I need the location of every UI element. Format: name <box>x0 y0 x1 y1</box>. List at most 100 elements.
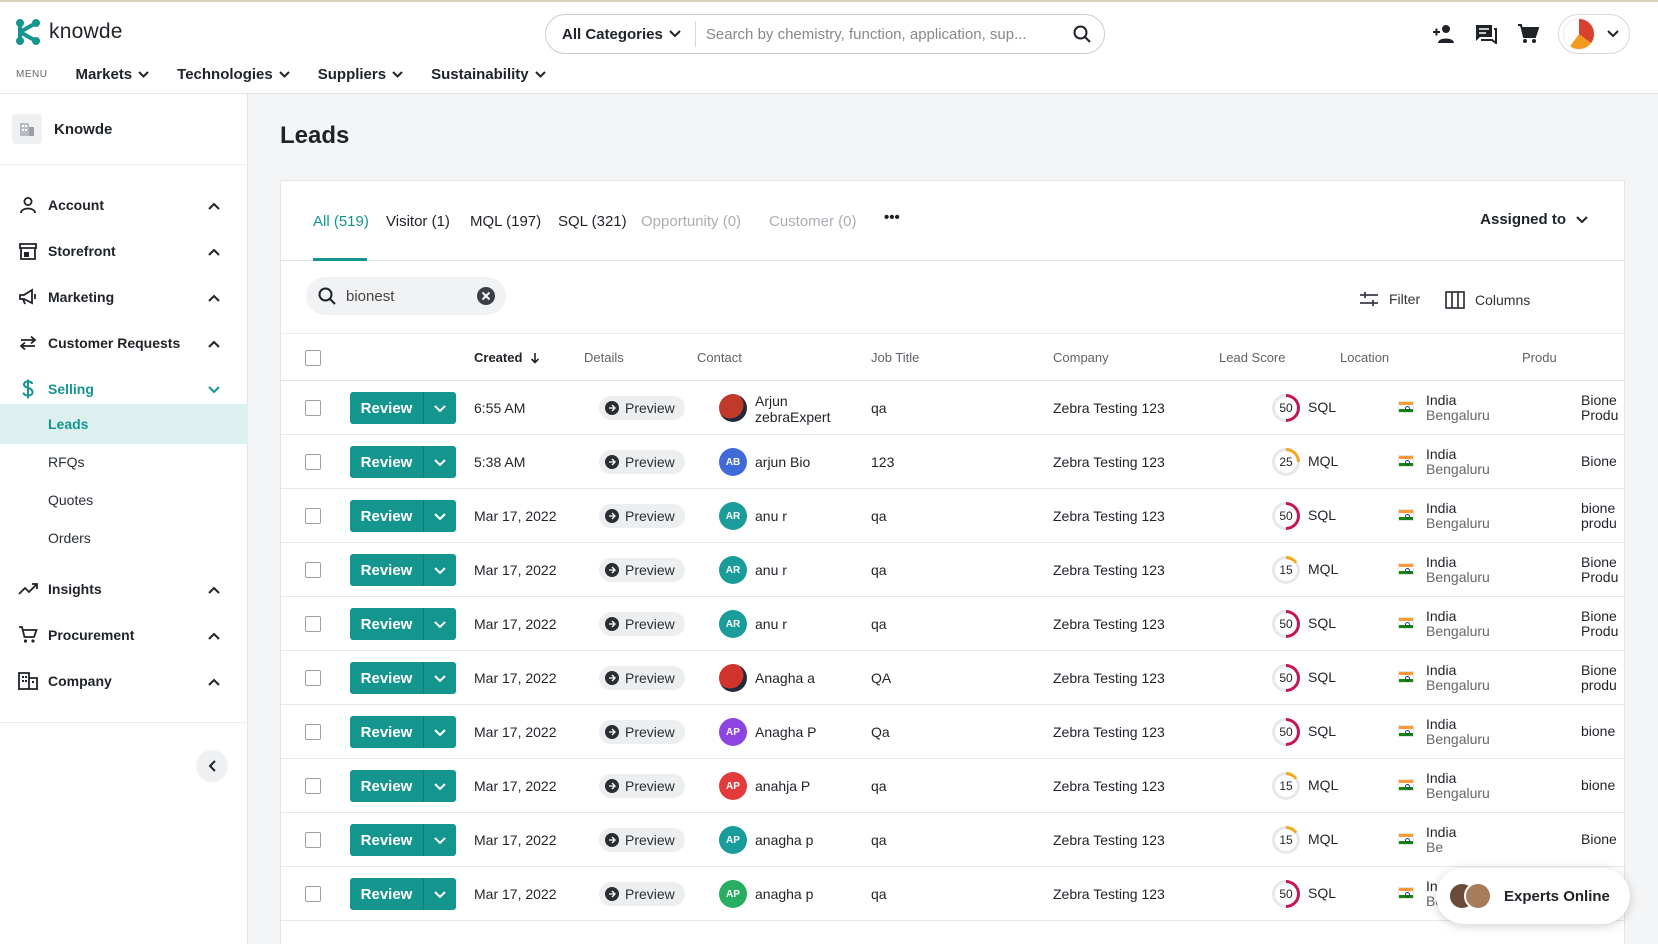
contact-name[interactable]: anu r <box>755 562 787 578</box>
tab-sql[interactable]: SQL (321) <box>558 213 627 230</box>
row-checkbox[interactable] <box>305 670 321 686</box>
lead-search-input[interactable]: bionest <box>346 288 466 305</box>
review-dropdown-button[interactable] <box>424 662 456 694</box>
preview-button[interactable]: Preview <box>599 396 685 420</box>
table-row[interactable]: Review Mar 17, 2022 Preview AP anahja P qa Zeb… <box>281 759 1624 813</box>
preview-button[interactable]: Preview <box>599 882 685 906</box>
table-row[interactable]: Review Mar 17, 2022 Preview AP anagha p qa Zeb… <box>281 867 1624 921</box>
preview-button[interactable]: Preview <box>599 612 685 636</box>
more-tabs-button[interactable]: ••• <box>884 209 900 226</box>
tab-customer[interactable]: Customer (0) <box>769 213 857 230</box>
row-checkbox[interactable] <box>305 616 321 632</box>
review-dropdown-button[interactable] <box>424 446 456 478</box>
knowde-logo[interactable]: knowde <box>15 18 123 46</box>
sidebar-subitem-leads[interactable]: Leads <box>0 404 248 444</box>
search-button[interactable] <box>1060 25 1104 43</box>
tab-all[interactable]: All (519) <box>313 213 369 230</box>
sidebar-item-account[interactable]: Account <box>18 192 220 218</box>
contact-name[interactable]: anu r <box>755 616 787 632</box>
review-button[interactable]: Review <box>350 770 424 802</box>
add-user-button[interactable] <box>1432 22 1456 46</box>
columns-button[interactable]: Columns <box>1445 291 1530 309</box>
preview-button[interactable]: Preview <box>599 774 685 798</box>
review-button[interactable]: Review <box>350 824 424 856</box>
col-created[interactable]: Created <box>474 350 540 365</box>
sidebar-item-procurement[interactable]: Procurement <box>18 622 220 648</box>
contact-name[interactable]: Anagha P <box>755 724 817 740</box>
sidebar-item-selling[interactable]: Selling <box>18 376 220 402</box>
messages-button[interactable] <box>1474 22 1498 46</box>
tab-opportunity[interactable]: Opportunity (0) <box>641 213 741 230</box>
review-dropdown-button[interactable] <box>424 770 456 802</box>
sidebar-item-marketing[interactable]: Marketing <box>18 284 220 310</box>
review-dropdown-button[interactable] <box>424 554 456 586</box>
sidebar-item-customer-requests[interactable]: Customer Requests <box>18 330 220 356</box>
review-button[interactable]: Review <box>350 878 424 910</box>
row-checkbox[interactable] <box>305 454 321 470</box>
sidebar-item-insights[interactable]: Insights <box>18 576 220 602</box>
table-row[interactable]: Review Mar 17, 2022 Preview AR anu r qa Zebra … <box>281 489 1624 543</box>
contact-name[interactable]: Arjun zebraExpert <box>755 393 830 425</box>
contact-name[interactable]: arjun Bio <box>755 454 810 470</box>
cart-button[interactable] <box>1516 22 1540 46</box>
profile-menu[interactable] <box>1558 14 1630 54</box>
sidebar-subitem-rfqs[interactable]: RFQs <box>0 442 248 482</box>
review-dropdown-button[interactable] <box>424 824 456 856</box>
preview-button[interactable]: Preview <box>599 828 685 852</box>
row-checkbox[interactable] <box>305 400 321 416</box>
menu-item-suppliers[interactable]: Suppliers <box>318 66 403 83</box>
search-input[interactable]: Search by chemistry, function, applicati… <box>696 26 1060 43</box>
experts-online-widget[interactable]: Experts Online <box>1436 868 1630 924</box>
tab-mql[interactable]: MQL (197) <box>470 213 541 230</box>
row-checkbox[interactable] <box>305 832 321 848</box>
table-row[interactable]: Review Mar 17, 2022 Preview AP anagha p qa Zeb… <box>281 813 1624 867</box>
review-button[interactable]: Review <box>350 500 424 532</box>
sidebar-item-storefront[interactable]: Storefront <box>18 238 220 264</box>
menu-item-technologies[interactable]: Technologies <box>177 66 290 83</box>
tab-visitor[interactable]: Visitor (1) <box>386 213 450 230</box>
review-button[interactable]: Review <box>350 662 424 694</box>
table-row[interactable]: Review 5:38 AM Preview AB arjun Bio 123 Zebra … <box>281 435 1624 489</box>
contact-name[interactable]: anagha p <box>755 886 813 902</box>
assigned-to-dropdown[interactable]: Assigned to <box>1480 211 1588 228</box>
row-checkbox[interactable] <box>305 562 321 578</box>
review-button[interactable]: Review <box>350 608 424 640</box>
clear-search-icon[interactable] <box>476 286 496 306</box>
sidebar-subitem-orders[interactable]: Orders <box>0 518 248 558</box>
row-checkbox[interactable] <box>305 778 321 794</box>
table-row[interactable]: Review Mar 17, 2022 Preview Anagha a QA Zebra… <box>281 651 1624 705</box>
filter-button[interactable]: Filter <box>1359 291 1420 307</box>
review-button[interactable]: Review <box>350 392 424 424</box>
category-dropdown[interactable]: All Categories <box>546 21 696 47</box>
review-dropdown-button[interactable] <box>424 716 456 748</box>
collapse-sidebar-button[interactable] <box>196 750 228 782</box>
review-button[interactable]: Review <box>350 554 424 586</box>
row-checkbox[interactable] <box>305 724 321 740</box>
review-dropdown-button[interactable] <box>424 608 456 640</box>
table-row[interactable]: Review Mar 17, 2022 Preview AP Anagha P Qa Zeb… <box>281 705 1624 759</box>
review-dropdown-button[interactable] <box>424 878 456 910</box>
review-dropdown-button[interactable] <box>424 392 456 424</box>
preview-button[interactable]: Preview <box>599 450 685 474</box>
table-row[interactable]: Review Mar 17, 2022 Preview AR anu r qa Zebra … <box>281 543 1624 597</box>
menu-item-markets[interactable]: Markets <box>75 66 149 83</box>
review-dropdown-button[interactable] <box>424 500 456 532</box>
contact-name[interactable]: anagha p <box>755 832 813 848</box>
contact-name[interactable]: anu r <box>755 508 787 524</box>
preview-button[interactable]: Preview <box>599 504 685 528</box>
select-all-checkbox[interactable] <box>305 350 321 366</box>
sidebar-subitem-quotes[interactable]: Quotes <box>0 480 248 520</box>
contact-name[interactable]: Anagha a <box>755 670 815 686</box>
preview-button[interactable]: Preview <box>599 558 685 582</box>
table-row[interactable]: Review Mar 17, 2022 Preview AR anu r qa Zebra … <box>281 597 1624 651</box>
preview-button[interactable]: Preview <box>599 666 685 690</box>
org-switcher[interactable]: Knowde <box>12 114 112 144</box>
row-checkbox[interactable] <box>305 886 321 902</box>
review-button[interactable]: Review <box>350 716 424 748</box>
preview-button[interactable]: Preview <box>599 720 685 744</box>
row-checkbox[interactable] <box>305 508 321 524</box>
table-row[interactable]: Review 6:55 AM Preview Arjun zebraExpert qa Ze… <box>281 381 1624 435</box>
sidebar-item-company[interactable]: Company <box>18 668 220 694</box>
menu-item-sustainability[interactable]: Sustainability <box>431 66 546 83</box>
review-button[interactable]: Review <box>350 446 424 478</box>
